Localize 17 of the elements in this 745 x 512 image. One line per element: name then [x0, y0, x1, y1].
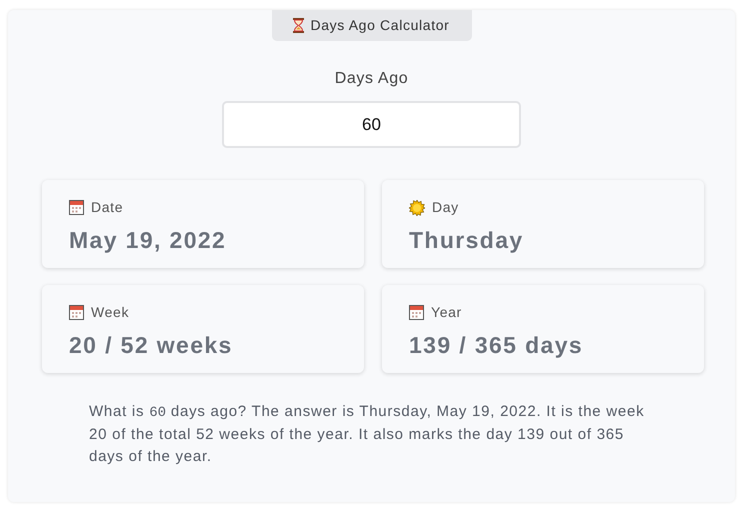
hourglass-icon [293, 18, 304, 33]
summary-paragraph: What is 60 days ago? The answer is Thursday, May 19, 2022. It is the week 20 of the total 52 weeks of the year. It also marks the day 139 out of 365 days of the year. [89, 402, 646, 467]
result-label: Date [91, 198, 124, 217]
sun-icon [409, 200, 425, 216]
result-label: Day [432, 198, 459, 217]
result-label: Week [91, 303, 130, 322]
days-input-field[interactable]: 60 [222, 101, 521, 148]
result-value: 139 / 365 days [409, 332, 584, 358]
field-label: Days Ago [334, 70, 408, 87]
calendar-icon [69, 200, 84, 215]
title-text: Days Ago Calculator [310, 16, 450, 35]
calendar-icon [69, 305, 84, 320]
result-value: Thursday [409, 227, 524, 253]
result-value: 20 / 52 weeks [69, 332, 233, 358]
result-label: Year [431, 303, 462, 322]
calendar-icon [409, 305, 424, 320]
result-value: May 19, 2022 [69, 227, 226, 253]
